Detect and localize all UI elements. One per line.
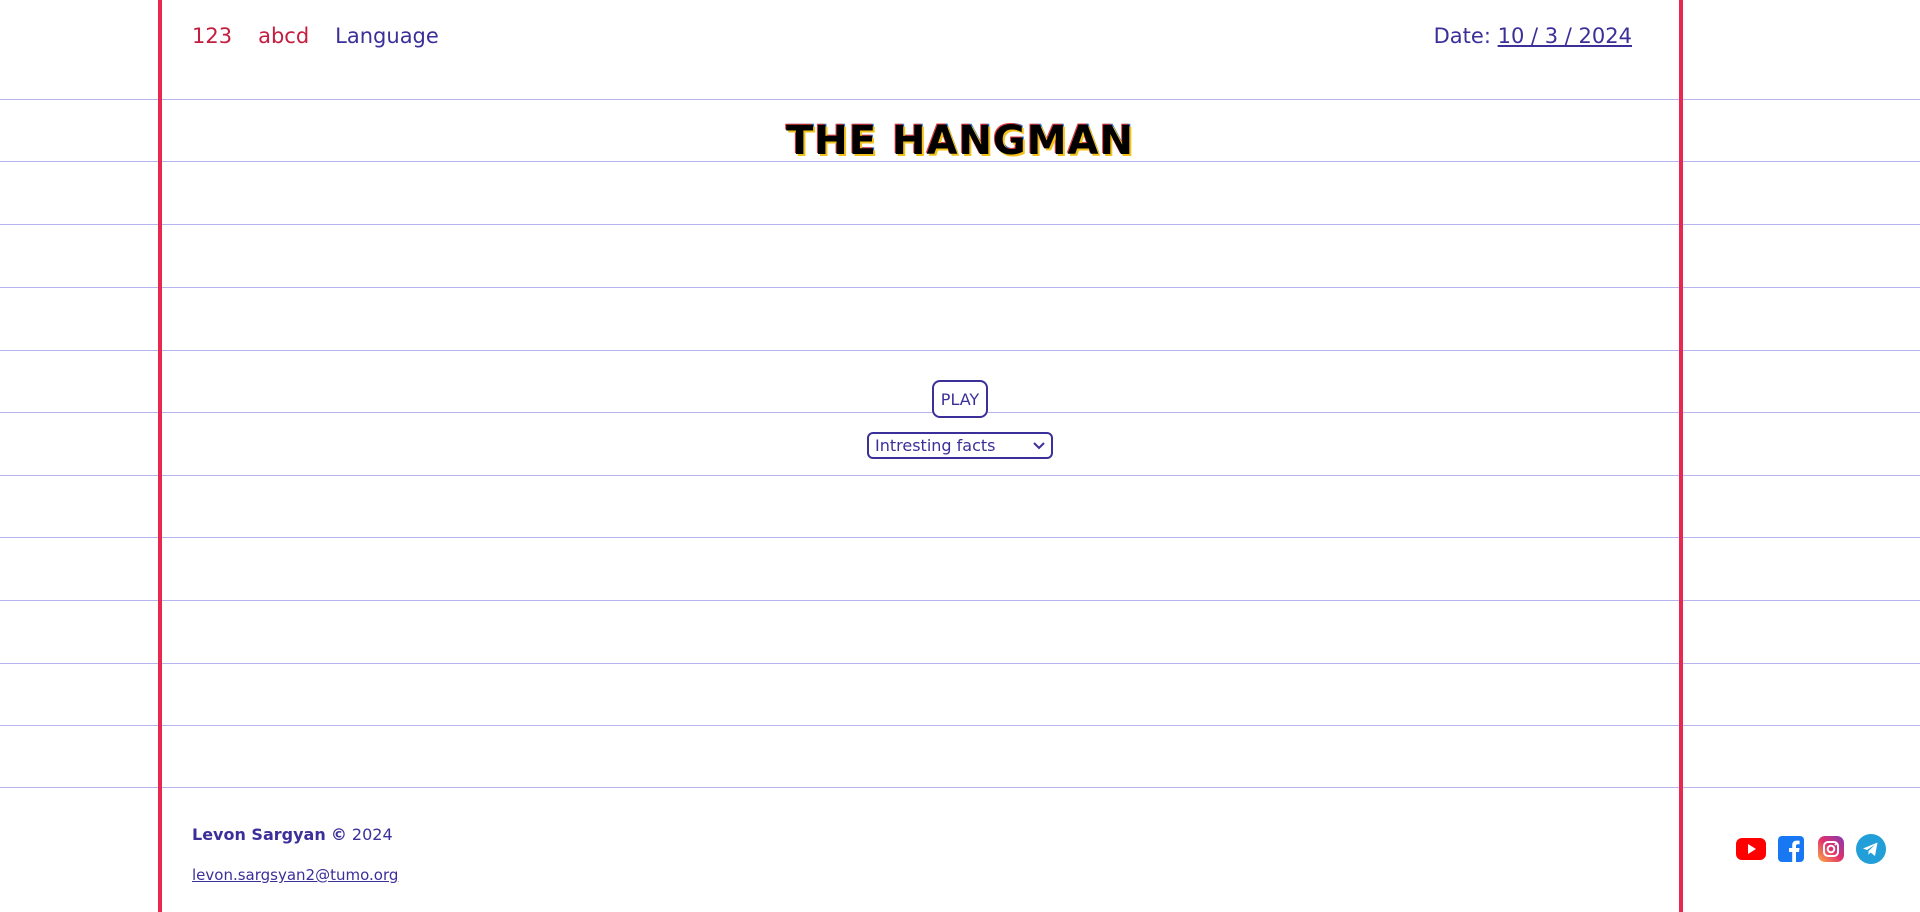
ruled-line [0,663,1920,664]
top-nav: 123 abcd Language [192,24,439,48]
date-value[interactable]: 10 / 3 / 2024 [1498,24,1632,48]
nav-language-link[interactable]: Language [335,24,439,48]
ruled-line [0,600,1920,601]
author-email-link[interactable]: levon.sargsyan2@tumo.org [192,866,398,884]
facebook-link[interactable] [1776,836,1806,866]
date-display: Date: 10 / 3 / 2024 [1434,24,1632,48]
category-select[interactable]: Intresting facts [867,432,1053,459]
ruled-line [0,787,1920,788]
facebook-icon [1778,836,1804,866]
ruled-line [0,287,1920,288]
copyright-symbol: © [330,825,347,844]
instagram-icon [1818,836,1844,866]
ruled-line [0,350,1920,351]
ruled-line [0,537,1920,538]
footer-credit: Levon Sargyan © 2024 [192,825,393,844]
copyright-year: 2024 [351,825,393,844]
ruled-line [0,224,1920,225]
ruled-line [0,475,1920,476]
telegram-icon [1856,834,1886,868]
youtube-icon [1736,838,1766,864]
ruled-line [0,725,1920,726]
category-selected-value: Intresting facts [875,436,996,455]
ruled-line [0,99,1920,100]
social-links [1736,834,1886,868]
nav-numbers-link[interactable]: 123 [192,24,232,48]
play-button[interactable]: PLAY [932,380,988,418]
date-label: Date: [1433,24,1491,48]
nav-letters-link[interactable]: abcd [258,24,309,48]
instagram-link[interactable] [1816,836,1846,866]
chevron-down-icon [1033,439,1045,453]
page-title: THE HANGMAN [786,118,1134,164]
author-name: Levon Sargyan [192,825,326,844]
youtube-link[interactable] [1736,836,1766,866]
telegram-link[interactable] [1856,834,1886,868]
